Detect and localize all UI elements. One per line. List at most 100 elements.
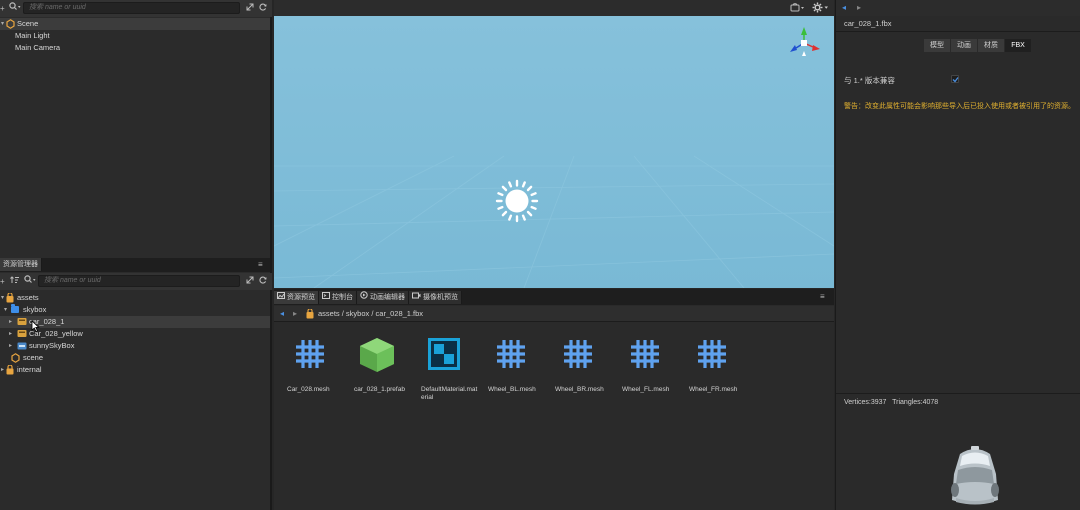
tab-animation-editor[interactable]: 动画编辑器 bbox=[357, 291, 409, 304]
prefab-icon bbox=[358, 337, 396, 375]
asset-preview-panel: 资源预览 控制台 动画编辑器 摄像机预览 ≡ ◂ ▸ assets / skyb… bbox=[274, 289, 834, 510]
tab-label: 控制台 bbox=[332, 294, 353, 301]
compat-label: 与 1.* 版本兼容 bbox=[844, 76, 895, 85]
mesh-icon bbox=[628, 337, 662, 373]
back-arrow-icon[interactable]: ◂ bbox=[842, 3, 846, 12]
orientation-gizmo-icon[interactable] bbox=[786, 25, 822, 63]
tab-console[interactable]: 控制台 bbox=[319, 291, 357, 304]
tab-fbx[interactable]: FBX bbox=[1005, 39, 1031, 52]
mesh-stats: Vertices:3937 Triangles:4078 bbox=[844, 399, 939, 406]
hierarchy-item-label: Main Camera bbox=[15, 43, 61, 52]
collapse-arrow-icon[interactable]: ▾ bbox=[4, 304, 7, 316]
tab-label: 资源预览 bbox=[287, 294, 315, 301]
folder-open-icon bbox=[11, 304, 19, 313]
camera-mode-icon[interactable] bbox=[790, 3, 806, 15]
inspector-nav: ◂ ▸ bbox=[836, 0, 1080, 16]
car-preview-icon[interactable] bbox=[946, 444, 1004, 510]
back-arrow-icon[interactable]: ◂ bbox=[280, 309, 284, 318]
tab-asset-preview[interactable]: 资源预览 bbox=[274, 291, 319, 304]
mesh-icon bbox=[293, 337, 327, 373]
scene-viewport[interactable] bbox=[274, 16, 834, 288]
asset-tree-label: assets bbox=[17, 293, 39, 302]
tab-animation[interactable]: 动画 bbox=[951, 39, 977, 52]
compat-checkbox[interactable] bbox=[951, 75, 959, 83]
asset-tree-item-scene[interactable]: scene bbox=[0, 352, 270, 364]
collapse-arrow-icon[interactable]: ▾ bbox=[1, 18, 4, 30]
image-icon bbox=[277, 291, 285, 304]
hierarchy-toolbar: + 搜索 name or uuid bbox=[0, 0, 272, 17]
asset-tree-item-car-028-1[interactable]: ▸ car_028_1 bbox=[0, 316, 270, 328]
divider bbox=[836, 31, 1080, 32]
asset-label: car_028_1.prefab bbox=[354, 386, 405, 393]
lock-icon bbox=[6, 364, 14, 379]
tab-camera-preview[interactable]: 摄像机预览 bbox=[409, 291, 462, 304]
assets-toolbar: + 搜索 name or uuid bbox=[0, 273, 272, 290]
left-column: + 搜索 name or uuid ▾ Scene Main Light Mai… bbox=[0, 0, 272, 510]
camera-icon bbox=[412, 291, 421, 304]
asset-tree-item-car-028-yellow[interactable]: ▸ Car_028_yellow bbox=[0, 328, 270, 340]
asset-tree-item-sunnyskybox[interactable]: ▸ sunnySkyBox bbox=[0, 340, 270, 352]
breadcrumb: assets / skybox / car_028_1.fbx bbox=[318, 309, 424, 318]
expand-arrow-icon[interactable]: ▸ bbox=[9, 340, 12, 352]
animation-icon bbox=[360, 291, 368, 304]
asset-label: Wheel_BR.mesh bbox=[555, 386, 604, 393]
asset-label: Car_028.mesh bbox=[287, 386, 330, 393]
tab-material[interactable]: 材质 bbox=[978, 39, 1004, 52]
asset-tree-label: sunnySkyBox bbox=[29, 341, 75, 350]
checkmark-icon bbox=[952, 77, 959, 83]
collapse-arrow-icon[interactable]: ▾ bbox=[1, 292, 4, 304]
asset-tree-item-internal[interactable]: ▸ internal bbox=[0, 364, 270, 376]
search-filter-icon[interactable] bbox=[24, 273, 36, 290]
asset-tree-item-skybox[interactable]: ▾ skybox bbox=[0, 304, 270, 316]
asset-label: Wheel_BL.mesh bbox=[488, 386, 536, 393]
sort-icon[interactable] bbox=[10, 273, 20, 290]
hierarchy-item-label: Scene bbox=[17, 19, 39, 28]
asset-tree-item-assets[interactable]: ▾ assets bbox=[0, 292, 270, 304]
hierarchy-item-scene[interactable]: ▾ Scene bbox=[0, 18, 270, 30]
expand-icon[interactable] bbox=[246, 0, 254, 17]
light-gizmo-icon[interactable] bbox=[495, 179, 539, 225]
tab-label: 动画编辑器 bbox=[370, 294, 405, 301]
hierarchy-item-main-camera[interactable]: Main Camera bbox=[0, 42, 270, 54]
scene-grid bbox=[274, 16, 834, 288]
assets-search-input[interactable]: 搜索 name or uuid bbox=[38, 275, 240, 287]
database-icon bbox=[306, 308, 314, 321]
forward-arrow-icon[interactable]: ▸ bbox=[293, 309, 297, 318]
breadcrumb-bar: ◂ ▸ assets / skybox / car_028_1.fbx bbox=[274, 306, 834, 322]
panel-menu-icon[interactable]: ≡ bbox=[820, 292, 825, 301]
warning-text: 警告：改变此属性可能会影响那些导入后已投入使用或者被引用了的资源。 bbox=[844, 103, 1075, 110]
gear-icon[interactable] bbox=[812, 2, 830, 15]
mesh-icon bbox=[695, 337, 729, 373]
asset-tree-label: internal bbox=[17, 365, 42, 374]
asset-label: DefaultMaterial.material bbox=[421, 386, 478, 401]
divider bbox=[836, 393, 1080, 394]
bottom-tabstrip: 资源预览 控制台 动画编辑器 摄像机预览 ≡ bbox=[274, 289, 834, 305]
refresh-icon[interactable] bbox=[259, 0, 267, 17]
mesh-icon bbox=[561, 337, 595, 373]
hierarchy-search-input[interactable]: 搜索 name or uuid bbox=[23, 2, 240, 14]
panel-menu-icon[interactable]: ≡ bbox=[258, 260, 263, 269]
expand-arrow-icon[interactable]: ▸ bbox=[9, 328, 12, 340]
add-asset-icon[interactable]: + bbox=[0, 273, 5, 290]
mesh-icon bbox=[494, 337, 528, 373]
refresh-icon[interactable] bbox=[259, 273, 267, 290]
tab-model[interactable]: 模型 bbox=[924, 39, 950, 52]
search-filter-icon[interactable] bbox=[9, 0, 21, 17]
assets-panel-header: 资源管理器 ≡ bbox=[0, 258, 270, 272]
console-icon bbox=[322, 291, 330, 304]
asset-label: Wheel_FL.mesh bbox=[622, 386, 670, 393]
expand-arrow-icon[interactable]: ▸ bbox=[1, 364, 4, 376]
asset-tree-label: scene bbox=[23, 353, 44, 362]
expand-arrow-icon[interactable]: ▸ bbox=[9, 316, 12, 328]
forward-arrow-icon[interactable]: ▸ bbox=[857, 3, 861, 12]
add-node-icon[interactable]: + bbox=[0, 0, 5, 17]
asset-tree-label: skybox bbox=[23, 305, 47, 314]
assets-tab-label: 资源管理器 bbox=[3, 261, 38, 268]
hierarchy-item-main-light[interactable]: Main Light bbox=[0, 30, 270, 42]
expand-icon[interactable] bbox=[246, 273, 254, 290]
inspector-title: car_028_1.fbx bbox=[844, 19, 892, 28]
material-icon bbox=[427, 337, 461, 373]
tab-assets[interactable]: 资源管理器 bbox=[0, 258, 42, 271]
tab-label: 摄像机预览 bbox=[423, 294, 458, 301]
inspector-panel: ◂ ▸ car_028_1.fbx 模型 动画 材质 FBX 与 1.* 版本兼… bbox=[835, 0, 1080, 510]
